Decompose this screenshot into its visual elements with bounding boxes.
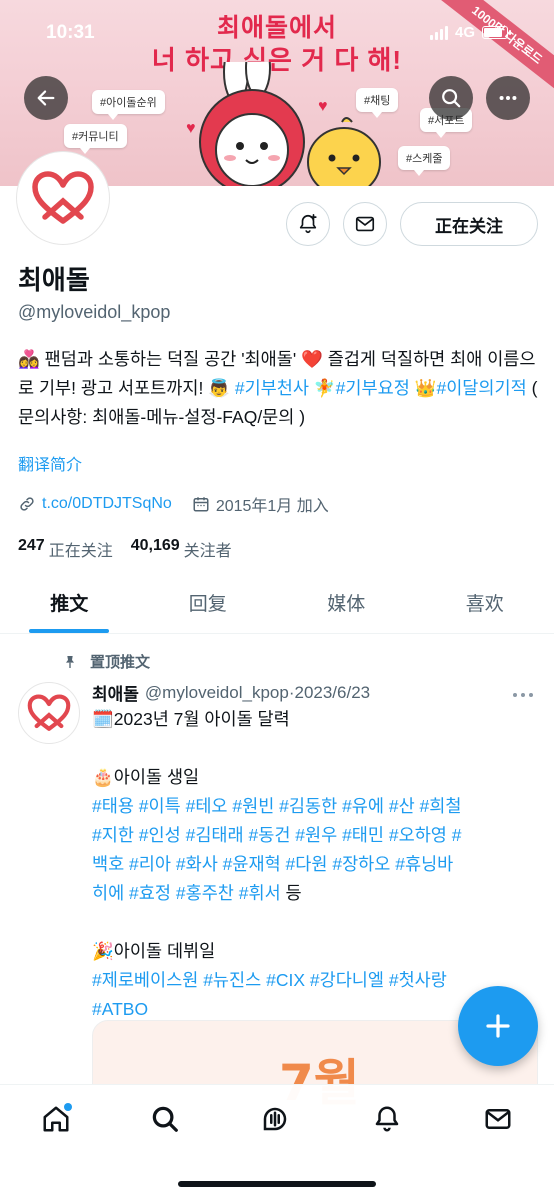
- tweet-avatar[interactable]: [18, 682, 80, 744]
- hashtag-link[interactable]: #이달의기적: [436, 378, 526, 398]
- fairy-emoji: 🧚: [313, 378, 336, 398]
- search-icon: [442, 89, 461, 108]
- hashtag-line[interactable]: 히에 #효정 #홍주찬 #휘서: [92, 883, 281, 903]
- followers-count[interactable]: 40,169: [131, 537, 180, 561]
- profile-name: 최애돌: [18, 265, 90, 295]
- tweet-line: 등: [280, 883, 302, 903]
- tab-tweets[interactable]: 推文: [0, 572, 139, 633]
- pinned-label: 置顶推文: [90, 654, 151, 671]
- hashtag-line[interactable]: #제로베이스원 #뉴진스 #CIX #강다니엘 #첫사랑: [92, 966, 542, 995]
- join-date: 2015年1月 加入: [215, 498, 329, 515]
- bell-plus-icon: [299, 214, 317, 234]
- nav-notifications[interactable]: [367, 1099, 407, 1139]
- profile-avatar[interactable]: [17, 152, 109, 244]
- nav-home[interactable]: [36, 1099, 76, 1139]
- status-indicators: 4G: [429, 24, 511, 41]
- following-button[interactable]: 正在关注: [400, 202, 538, 246]
- message-button[interactable]: [343, 202, 387, 246]
- profile-tabs: 推文 回复 媒体 喜欢: [0, 572, 554, 634]
- tweet-author-handle[interactable]: @myloveidol_kpop: [145, 683, 289, 703]
- spaces-icon: [263, 1107, 287, 1131]
- more-horizontal-icon: [499, 95, 517, 101]
- angel-emoji: 👼: [208, 378, 230, 398]
- pinned-indicator: 置顶推文: [62, 651, 150, 672]
- tweet-line: 🗓️2023년 7월 아이돌 달력: [92, 709, 290, 729]
- heart-icon: ♥: [186, 120, 196, 137]
- crown-emoji: 👑: [414, 378, 437, 398]
- mascot-illustration: [199, 62, 381, 186]
- network-type: 4G: [454, 24, 475, 41]
- search-button[interactable]: [429, 76, 473, 120]
- signal-icon: [429, 25, 448, 40]
- nav-spaces[interactable]: [255, 1099, 295, 1139]
- back-button[interactable]: [24, 76, 68, 120]
- pin-icon: [66, 655, 74, 668]
- tweet-line: 🎉아이돌 데뷔일: [92, 941, 216, 961]
- unread-dot: [64, 1103, 72, 1111]
- bio-text: 팬덤과 소통하는 덕질 공간 '최애돌': [39, 349, 302, 369]
- status-time: 10:31: [46, 22, 95, 43]
- banner-tag: #아이돌순위: [92, 90, 165, 120]
- profile-website-link[interactable]: t.co/0DTDJTSqNo: [42, 495, 172, 513]
- choeaedol-logo-icon: [32, 171, 94, 224]
- tweet-header: 최애돌 @myloveidol_kpop · 2023/6/23: [92, 680, 370, 705]
- plus-icon: [486, 1014, 510, 1038]
- tab-likes[interactable]: 喜欢: [416, 572, 554, 633]
- tab-replies[interactable]: 回复: [139, 572, 278, 633]
- messages-icon: [485, 1109, 511, 1129]
- notifications-icon: [375, 1106, 399, 1132]
- hashtag-link[interactable]: #기부요정: [336, 378, 410, 398]
- battery-icon: [482, 26, 511, 39]
- tab-media[interactable]: 媒体: [277, 572, 416, 633]
- translate-bio-link[interactable]: 翻译简介: [18, 451, 82, 475]
- tweet-author-name[interactable]: 최애돌: [92, 680, 139, 705]
- tweet-date[interactable]: 2023/6/23: [294, 683, 370, 703]
- tweet-more-button[interactable]: [512, 682, 534, 705]
- more-horizontal-icon: [513, 693, 533, 697]
- followers-label[interactable]: 关注者: [184, 537, 232, 561]
- more-button[interactable]: [486, 76, 530, 120]
- profile-meta: t.co/0DTDJTSqNo 2015年1月 加入: [18, 492, 329, 516]
- hashtag-link[interactable]: #기부천사: [235, 378, 309, 398]
- nav-messages[interactable]: [478, 1099, 518, 1139]
- profile-handle: @myloveidol_kpop: [18, 302, 171, 322]
- compose-tweet-button[interactable]: [458, 986, 538, 1066]
- choeaedol-logo-icon: [27, 694, 71, 731]
- hashtag-line[interactable]: #태용 #이특 #테오 #원빈 #김동한 #유에 #산 #희철: [92, 792, 542, 821]
- tweet-line: 🎂아이돌 생일: [92, 767, 200, 787]
- home-indicator[interactable]: [178, 1181, 376, 1187]
- hashtag-line[interactable]: #지한 #인성 #김태래 #동건 #원우 #태민 #오하영 #: [92, 821, 542, 850]
- profile-bio: 👩‍❤️‍👩 팬덤과 소통하는 덕질 공간 '최애돌' ❤️ 즐겁게 덕질하면 …: [18, 345, 538, 432]
- couple-emoji: 👩‍❤️‍👩: [18, 349, 40, 369]
- banner-tag: #커뮤니티: [64, 124, 127, 154]
- tweet-text: 🗓️2023년 7월 아이돌 달력 🎂아이돌 생일 #태용 #이특 #테오 #원…: [92, 705, 542, 1024]
- nav-search[interactable]: [145, 1099, 185, 1139]
- link-icon: [20, 497, 34, 511]
- following-count[interactable]: 247: [18, 537, 45, 561]
- calendar-icon: [193, 497, 209, 512]
- status-bar: 10:31 4G: [0, 0, 554, 60]
- follow-stats: 247 正在关注 40,169 关注者: [18, 537, 232, 561]
- hashtag-line[interactable]: 백호 #리아 #화사 #윤재혁 #다원 #장하오 #휴닝바: [92, 850, 542, 879]
- mail-icon: [355, 216, 375, 232]
- following-label[interactable]: 正在关注: [49, 537, 113, 561]
- banner-tag: #스케줄: [398, 146, 451, 176]
- heart-emoji: ❤️: [301, 349, 323, 369]
- search-icon: [152, 1106, 178, 1132]
- arrow-left-icon: [37, 90, 55, 106]
- notify-subscribe-button[interactable]: [286, 202, 330, 246]
